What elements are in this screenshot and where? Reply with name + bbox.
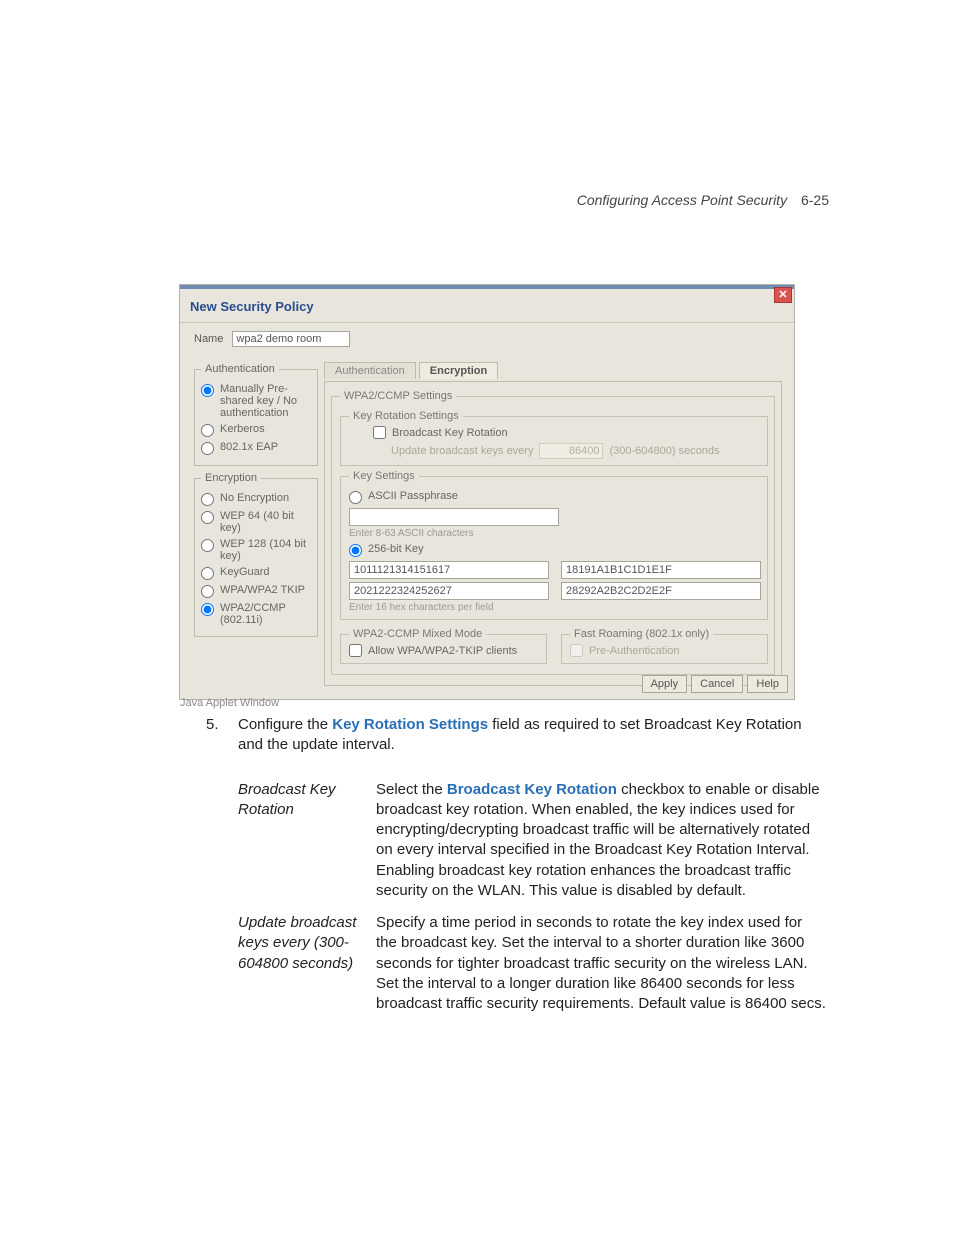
broadcast-key-rotation-label: Broadcast Key Rotation (392, 427, 508, 439)
authentication-panel: Authentication Manually Pre-shared key /… (194, 363, 318, 466)
update-keys-label: Update broadcast keys every (391, 445, 533, 457)
radio-enc-wpa-tkip[interactable] (201, 585, 214, 598)
key-field-4[interactable] (561, 582, 761, 600)
encryption-legend: Encryption (201, 472, 261, 484)
auth-option-kerberos[interactable]: Kerberos (201, 423, 311, 437)
allow-tkip-label: Allow WPA/WPA2-TKIP clients (368, 645, 517, 657)
applet-status-bar: Java Applet Window (180, 697, 279, 709)
def-row: Broadcast Key Rotation Select the Broadc… (238, 774, 826, 908)
auth-option-label: Manually Pre-shared key / No authenticat… (220, 383, 311, 419)
allow-tkip-checkbox[interactable] (349, 644, 362, 657)
step-5: 5. Configure the Key Rotation Settings f… (206, 715, 826, 756)
update-interval-input[interactable] (539, 443, 603, 459)
radio-256-key[interactable] (349, 544, 362, 557)
update-range-label: (300-604800) seconds (609, 445, 719, 457)
def-text-a: Select the (376, 781, 447, 798)
radio-enc-wpa2-ccmp[interactable] (201, 603, 214, 616)
enc-option-label: WEP 64 (40 bit key) (220, 510, 311, 534)
preauth-label: Pre-Authentication (589, 645, 680, 657)
radio-eap[interactable] (201, 442, 214, 455)
auth-option-manual[interactable]: Manually Pre-shared key / No authenticat… (201, 383, 311, 419)
def-text: Specify a time period in seconds to rota… (376, 907, 826, 1020)
ascii-passphrase-input[interactable] (349, 508, 559, 526)
help-button[interactable]: Help (747, 675, 788, 693)
key-settings-legend: Key Settings (349, 470, 419, 482)
def-row: Update broadcast keys every (300-604800 … (238, 907, 826, 1020)
dialog-button-bar: Apply Cancel Help (642, 675, 788, 693)
name-input[interactable] (232, 331, 350, 347)
tab-encryption[interactable]: Encryption (419, 362, 498, 379)
def-term: Update broadcast keys every (300-604800 … (238, 907, 376, 1020)
key-field-1[interactable] (349, 561, 549, 579)
def-text-b: checkbox to enable or disable broadcast … (376, 781, 820, 899)
broadcast-key-rotation-checkbox[interactable] (373, 426, 386, 439)
step-text-a: Configure the (238, 716, 332, 733)
mixed-mode-legend: WPA2-CCMP Mixed Mode (349, 628, 486, 640)
enc-option-wep128[interactable]: WEP 128 (104 bit key) (201, 538, 311, 562)
key-256-label: 256-bit Key (368, 543, 424, 555)
radio-enc-wep128[interactable] (201, 539, 214, 552)
auth-option-eap[interactable]: 802.1x EAP (201, 441, 311, 455)
key-rotation-legend: Key Rotation Settings (349, 410, 463, 422)
running-header: Configuring Access Point Security 6-25 (577, 192, 829, 208)
def-text: Select the Broadcast Key Rotation checkb… (376, 774, 826, 908)
encryption-panel: Encryption No Encryption WEP 64 (40 bit … (194, 472, 318, 637)
page-number: 6-25 (801, 192, 829, 208)
ascii-passphrase-option[interactable]: ASCII Passphrase (349, 490, 761, 504)
authentication-legend: Authentication (201, 363, 279, 375)
enc-option-label: No Encryption (220, 492, 289, 504)
mixed-mode-panel: WPA2-CCMP Mixed Mode Allow WPA/WPA2-TKIP… (340, 628, 547, 664)
def-term: Broadcast Key Rotation (238, 774, 376, 908)
close-icon[interactable]: ✕ (774, 287, 792, 303)
header-title: Configuring Access Point Security (577, 192, 787, 208)
security-policy-dialog: ✕ New Security Policy Name Authenticatio… (180, 285, 794, 699)
radio-manual[interactable] (201, 384, 214, 397)
radio-enc-keyguard[interactable] (201, 567, 214, 580)
enc-option-label: KeyGuard (220, 566, 270, 578)
radio-ascii-passphrase[interactable] (349, 491, 362, 504)
enc-option-none[interactable]: No Encryption (201, 492, 311, 506)
key-field-3[interactable] (349, 582, 549, 600)
radio-enc-none[interactable] (201, 493, 214, 506)
wpa2-settings-panel: WPA2/CCMP Settings Key Rotation Settings… (331, 390, 775, 675)
apply-button[interactable]: Apply (642, 675, 688, 693)
key-field-2[interactable] (561, 561, 761, 579)
dialog-title: New Security Policy (180, 289, 794, 323)
enc-option-wpa-tkip[interactable]: WPA/WPA2 TKIP (201, 584, 311, 598)
step-number: 5. (206, 715, 226, 756)
cancel-button[interactable]: Cancel (691, 675, 743, 693)
wpa2-settings-legend: WPA2/CCMP Settings (340, 390, 456, 402)
body-text: 5. Configure the Key Rotation Settings f… (206, 715, 826, 1020)
name-label: Name (194, 333, 223, 345)
key-settings-panel: Key Settings ASCII Passphrase Enter 8-63… (340, 470, 768, 620)
radio-kerberos[interactable] (201, 424, 214, 437)
enc-option-wep64[interactable]: WEP 64 (40 bit key) (201, 510, 311, 534)
enc-option-label: WEP 128 (104 bit key) (220, 538, 311, 562)
ascii-hint: Enter 8-63 ASCII characters (349, 528, 761, 539)
definition-table: Broadcast Key Rotation Select the Broadc… (238, 774, 826, 1021)
def-keyword: Broadcast Key Rotation (447, 781, 617, 798)
auth-option-label: Kerberos (220, 423, 265, 435)
fast-roaming-legend: Fast Roaming (802.1x only) (570, 628, 713, 640)
preauth-checkbox (570, 644, 583, 657)
enc-option-label: WPA/WPA2 TKIP (220, 584, 305, 596)
auth-option-label: 802.1x EAP (220, 441, 278, 453)
ascii-passphrase-label: ASCII Passphrase (368, 490, 458, 502)
def-text-b: Specify a time period in seconds to rota… (376, 914, 826, 1012)
hex-hint: Enter 16 hex characters per field (349, 602, 761, 613)
tab-authentication[interactable]: Authentication (324, 362, 416, 379)
tab-row: Authentication Encryption (324, 361, 782, 381)
fast-roaming-panel: Fast Roaming (802.1x only) Pre-Authentic… (561, 628, 768, 664)
key-256-option[interactable]: 256-bit Key (349, 543, 761, 557)
radio-enc-wep64[interactable] (201, 511, 214, 524)
enc-option-label: WPA2/CCMP (802.11i) (220, 602, 311, 626)
key-rotation-panel: Key Rotation Settings Broadcast Key Rota… (340, 410, 768, 466)
enc-option-keyguard[interactable]: KeyGuard (201, 566, 311, 580)
enc-option-wpa2-ccmp[interactable]: WPA2/CCMP (802.11i) (201, 602, 311, 626)
step-keyword: Key Rotation Settings (332, 716, 488, 733)
